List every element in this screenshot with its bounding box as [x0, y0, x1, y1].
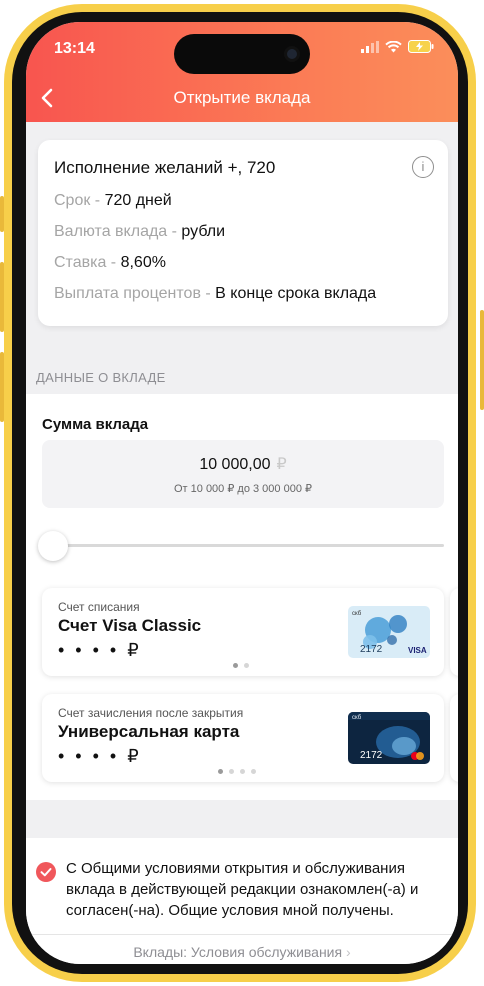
chevron-right-icon: › — [345, 944, 351, 960]
amount-currency: ₽ — [276, 456, 287, 473]
term-row: Срок - 720 дней — [54, 192, 172, 210]
amount-label: Сумма вклада — [42, 416, 149, 433]
service-terms-label: Вклады: Условия обслуживания — [133, 944, 343, 960]
currency-value: рубли — [181, 223, 226, 240]
term-value: 720 дней — [104, 192, 172, 209]
next-debit-card-peek[interactable] — [450, 588, 458, 676]
amount-value-line: 10 000,00 ₽ — [42, 454, 444, 474]
credit-account-caption: Счет зачисления после закрытия — [58, 706, 244, 720]
credit-account-balance: • • • • ₽ — [58, 746, 142, 766]
status-time: 13:14 — [54, 40, 95, 57]
volume-up-button — [0, 262, 4, 332]
section-title: ДАННЫЕ О ВКЛАДЕ — [36, 370, 166, 385]
cellular-signal-icon — [361, 40, 379, 53]
info-icon[interactable]: i — [412, 156, 434, 178]
card-last4-text: 2172 — [360, 750, 383, 761]
debit-account-balance: • • • • ₽ — [58, 640, 142, 660]
power-button — [480, 310, 484, 410]
currency-label: Валюта вклада - — [54, 223, 182, 240]
card-bank-text: скб — [352, 715, 362, 721]
volume-down-button — [0, 352, 4, 422]
debit-account-name: Счет Visa Classic — [58, 616, 202, 635]
page-title: Открытие вклада — [173, 88, 311, 107]
deposit-title: Исполнение желаний +, 720 — [54, 158, 276, 177]
payout-row: Выплата процентов - В конце срока вклада — [54, 285, 376, 303]
payout-value: В конце срока вклада — [215, 285, 377, 302]
wifi-icon — [385, 40, 402, 52]
divider — [26, 934, 458, 935]
amount-hint: От 10 000 ₽ до 3 000 000 ₽ — [174, 483, 312, 495]
action-button — [0, 196, 4, 232]
next-credit-card-peek[interactable] — [450, 694, 458, 782]
rate-row: Ставка - 8,60% — [54, 254, 166, 272]
pager-dot[interactable] — [218, 769, 223, 774]
header: 13:14 Открытие вклада — [26, 22, 458, 122]
card-bank-text: скб — [352, 611, 362, 617]
pager-dot[interactable] — [229, 769, 234, 774]
camera-icon — [284, 46, 300, 62]
deposit-summary-card: Исполнение желаний +, 720 i Срок - 720 д… — [38, 140, 448, 326]
card-brand-text: VISA — [408, 646, 427, 655]
payout-label: Выплата процентов - — [54, 285, 216, 302]
debit-pager — [233, 663, 249, 668]
amount-slider-track[interactable] — [50, 544, 444, 547]
credit-account-card[interactable]: Счет зачисления после закрытия Универсал… — [42, 694, 444, 782]
universal-card-image: скб 2172 — [348, 712, 430, 764]
currency-row: Валюта вклада - рубли — [54, 223, 225, 241]
debit-account-caption: Счет списания — [58, 600, 140, 614]
status-icons — [361, 40, 434, 53]
amount-value: 10 000,00 — [199, 456, 271, 473]
terms-text: С Общими условиями открытия и обслуживан… — [66, 860, 419, 919]
rate-value: 8,60% — [120, 254, 166, 271]
card-last4-text: 2172 — [360, 644, 383, 655]
pager-dot[interactable] — [244, 663, 249, 668]
rate-label: Ставка - — [54, 254, 121, 271]
debit-account-card[interactable]: Счет списания Счет Visa Classic • • • • … — [42, 588, 444, 676]
pager-dot[interactable] — [233, 663, 238, 668]
pager-dot[interactable] — [251, 769, 256, 774]
terms-section: С Общими условиями открытия и обслуживан… — [26, 838, 458, 964]
dynamic-island — [174, 34, 310, 74]
pager-dot[interactable] — [240, 769, 245, 774]
app-screen: 13:14 Открытие вклада Исполнение желаний… — [26, 22, 458, 964]
credit-pager — [218, 769, 256, 774]
term-label: Срок - — [54, 192, 105, 209]
credit-account-name: Универсальная карта — [58, 722, 240, 741]
service-terms-link[interactable]: Вклады: Условия обслуживания › — [26, 944, 458, 960]
amount-slider-thumb[interactable] — [38, 531, 68, 561]
checkmark-icon — [40, 868, 52, 877]
amount-input[interactable]: 10 000,00 ₽ От 10 000 ₽ до 3 000 000 ₽ — [42, 440, 444, 508]
terms-checkbox[interactable] — [36, 862, 56, 882]
visa-card-image: скб 2172 VISA — [348, 606, 430, 658]
battery-charging-icon — [408, 40, 434, 53]
